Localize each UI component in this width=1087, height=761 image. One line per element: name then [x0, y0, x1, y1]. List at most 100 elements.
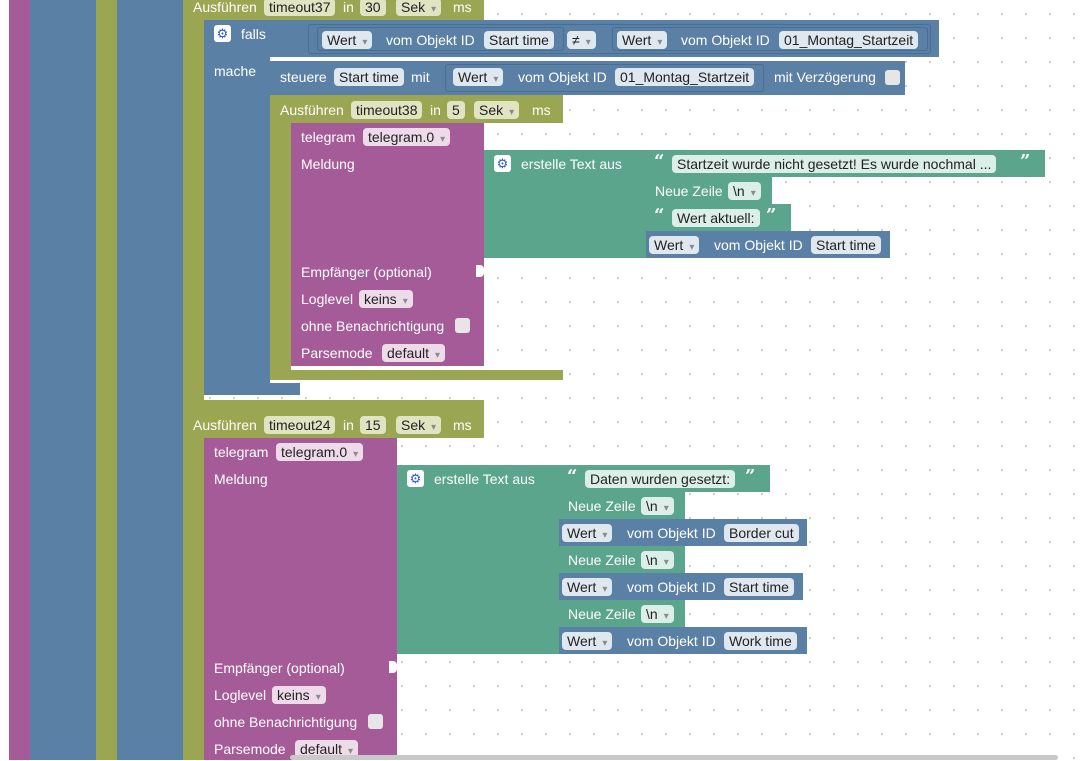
telegram-loglevel-label: Loglevel [301, 291, 354, 307]
text-join-label: erstelle Text aus [434, 471, 535, 487]
telegram-label: telegram [301, 129, 356, 145]
timeout37-run-label: Ausführen [193, 0, 257, 15]
newline-dropdown[interactable]: \n [641, 605, 674, 623]
timeout38-delay-field[interactable]: 5 [447, 101, 465, 119]
gear-icon[interactable]: ⚙ [407, 470, 424, 487]
timeout37-body-edge [183, 20, 204, 402]
control-value-dropdown[interactable]: Wert [453, 68, 504, 86]
timeout38-run-label: Ausführen [280, 102, 344, 118]
value-left-object-field[interactable]: Start time [484, 31, 554, 49]
timeout24-unit-dropdown[interactable]: Sek [396, 416, 442, 434]
timeout38-ms-label: ms [532, 102, 551, 118]
gear-icon[interactable]: ⚙ [494, 155, 511, 172]
empfaenger-input-slot[interactable] [476, 265, 484, 277]
control-mit-label: mit [411, 69, 430, 85]
telegram-label: telegram [214, 444, 269, 460]
telegram-instance-dropdown[interactable]: telegram.0 [363, 128, 451, 146]
telegram-silent-label: ohne Benachrichtigung [301, 318, 445, 334]
function-block-edge [9, 0, 30, 760]
value-right-label: vom Objekt ID [681, 32, 770, 48]
control-value-label: vom Objekt ID [518, 69, 607, 85]
value-label: vom Objekt ID [627, 579, 716, 595]
value-right-dropdown[interactable]: Wert [617, 31, 668, 49]
timeout-block-edge [96, 0, 117, 760]
timeout38-in-label: in [430, 102, 441, 118]
timeout37-ms-label: ms [453, 0, 472, 15]
timeout37-delay-field[interactable]: 30 [360, 0, 386, 16]
newline-label: Neue Zeile [568, 498, 636, 514]
newline-label: Neue Zeile [568, 606, 636, 622]
newline-dropdown[interactable]: \n [641, 551, 674, 569]
control-object-field[interactable]: Start time [334, 68, 404, 86]
quote-open-icon: “ [654, 205, 665, 226]
text-literal-field[interactable]: Wert aktuell: [672, 209, 760, 227]
value-dropdown[interactable]: Wert [562, 524, 613, 542]
telegram-loglevel-dropdown[interactable]: keins [272, 686, 326, 704]
value-label: vom Objekt ID [627, 633, 716, 649]
value-left-dropdown[interactable]: Wert [322, 31, 373, 49]
loop-block-edge [30, 0, 96, 760]
telegram-instance-dropdown[interactable]: telegram.0 [276, 443, 364, 461]
telegram-loglevel-dropdown[interactable]: keins [359, 290, 413, 308]
timeout24-ms-label: ms [453, 417, 472, 433]
telegram-silent-checkbox[interactable] [368, 714, 383, 729]
control-delay-checkbox[interactable] [885, 70, 900, 85]
timeout24-run-label: Ausführen [193, 417, 257, 433]
telegram-parsemode-dropdown[interactable]: default [382, 344, 446, 362]
timeout37-bottom [183, 400, 484, 410]
telegram-silent-checkbox[interactable] [455, 318, 470, 333]
quote-open-icon: “ [567, 466, 578, 487]
telegram-meldung-label: Meldung [214, 471, 268, 487]
value-label: vom Objekt ID [714, 237, 803, 253]
timeout37-name-field[interactable]: timeout37 [264, 0, 336, 16]
telegram-parsemode-label: Parsemode [301, 345, 373, 361]
value-dropdown[interactable]: Wert [562, 578, 613, 596]
compare-operator-dropdown[interactable]: ≠ [567, 31, 596, 49]
quote-close-icon: ” [1020, 151, 1031, 172]
value-object-field[interactable]: Border cut [724, 524, 799, 542]
timeout38-body-edge [270, 123, 291, 375]
newline-label: Neue Zeile [655, 183, 723, 199]
value-dropdown[interactable]: Wert [649, 236, 700, 254]
timeout38-unit-dropdown[interactable]: Sek [474, 101, 520, 119]
newline-dropdown[interactable]: \n [641, 497, 674, 515]
text-literal-field[interactable]: Startzeit wurde nicht gesetzt! Es wurde … [672, 155, 997, 173]
if-block-body [204, 57, 270, 393]
if-falls-label: falls [241, 26, 266, 42]
control-label: steuere [280, 69, 327, 85]
telegram-empfaenger-label: Empfänger (optional) [301, 264, 432, 280]
if-mache-label: mache [214, 63, 257, 79]
timeout37-in-label: in [343, 0, 354, 15]
telegram-parsemode-label: Parsemode [214, 741, 286, 757]
telegram-empfaenger-label: Empfänger (optional) [214, 660, 345, 676]
control-value-object-field[interactable]: 01_Montag_Startzeit [615, 68, 755, 86]
quote-open-icon: “ [654, 151, 665, 172]
timeout37-unit-dropdown[interactable]: Sek [396, 0, 442, 16]
newline-label: Neue Zeile [568, 552, 636, 568]
value-label: vom Objekt ID [627, 525, 716, 541]
timeout24-in-label: in [343, 417, 354, 433]
newline-dropdown[interactable]: \n [728, 182, 761, 200]
value-left-label: vom Objekt ID [386, 32, 475, 48]
value-object-field[interactable]: Start time [724, 578, 794, 596]
value-dropdown[interactable]: Wert [562, 632, 613, 650]
text-join-block-2[interactable] [397, 465, 559, 654]
empfaenger-input-slot[interactable] [389, 661, 397, 673]
telegram-loglevel-label: Loglevel [214, 687, 267, 703]
gear-icon[interactable]: ⚙ [214, 25, 231, 42]
value-object-field[interactable]: Start time [811, 236, 881, 254]
timeout24-delay-field[interactable]: 15 [360, 416, 386, 434]
timeout24-name-field[interactable]: timeout24 [264, 416, 336, 434]
value-object-field[interactable]: Work time [724, 632, 797, 650]
horizontal-scrollbar[interactable] [290, 755, 1058, 760]
timeout38-name-field[interactable]: timeout38 [351, 101, 423, 119]
if-block-bottom [204, 383, 300, 395]
if-block-edge [117, 0, 183, 760]
quote-close-icon: ” [766, 205, 777, 226]
text-join-label: erstelle Text aus [521, 156, 622, 172]
timeout38-bottom [270, 370, 563, 380]
value-right-object-field[interactable]: 01_Montag_Startzeit [779, 31, 919, 49]
text-literal-field[interactable]: Daten wurden gesetzt: [585, 470, 736, 488]
telegram-meldung-label: Meldung [301, 156, 355, 172]
telegram-silent-label: ohne Benachrichtigung [214, 714, 358, 730]
